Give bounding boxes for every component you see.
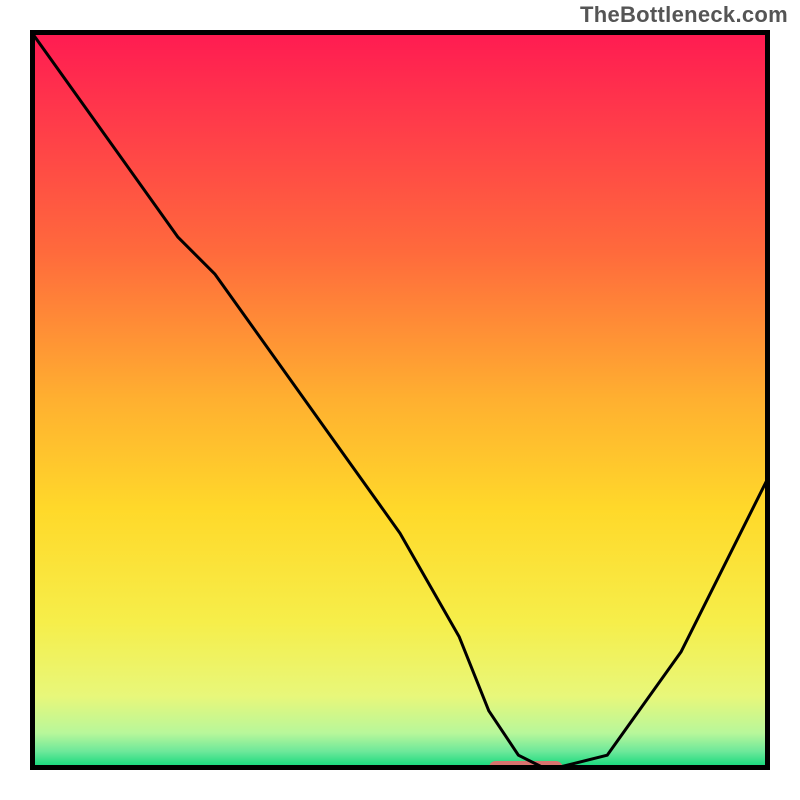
bottleneck-chart <box>30 30 770 770</box>
chart-svg <box>30 30 770 770</box>
watermark-text: TheBottleneck.com <box>580 2 788 28</box>
gradient-background <box>30 30 770 770</box>
